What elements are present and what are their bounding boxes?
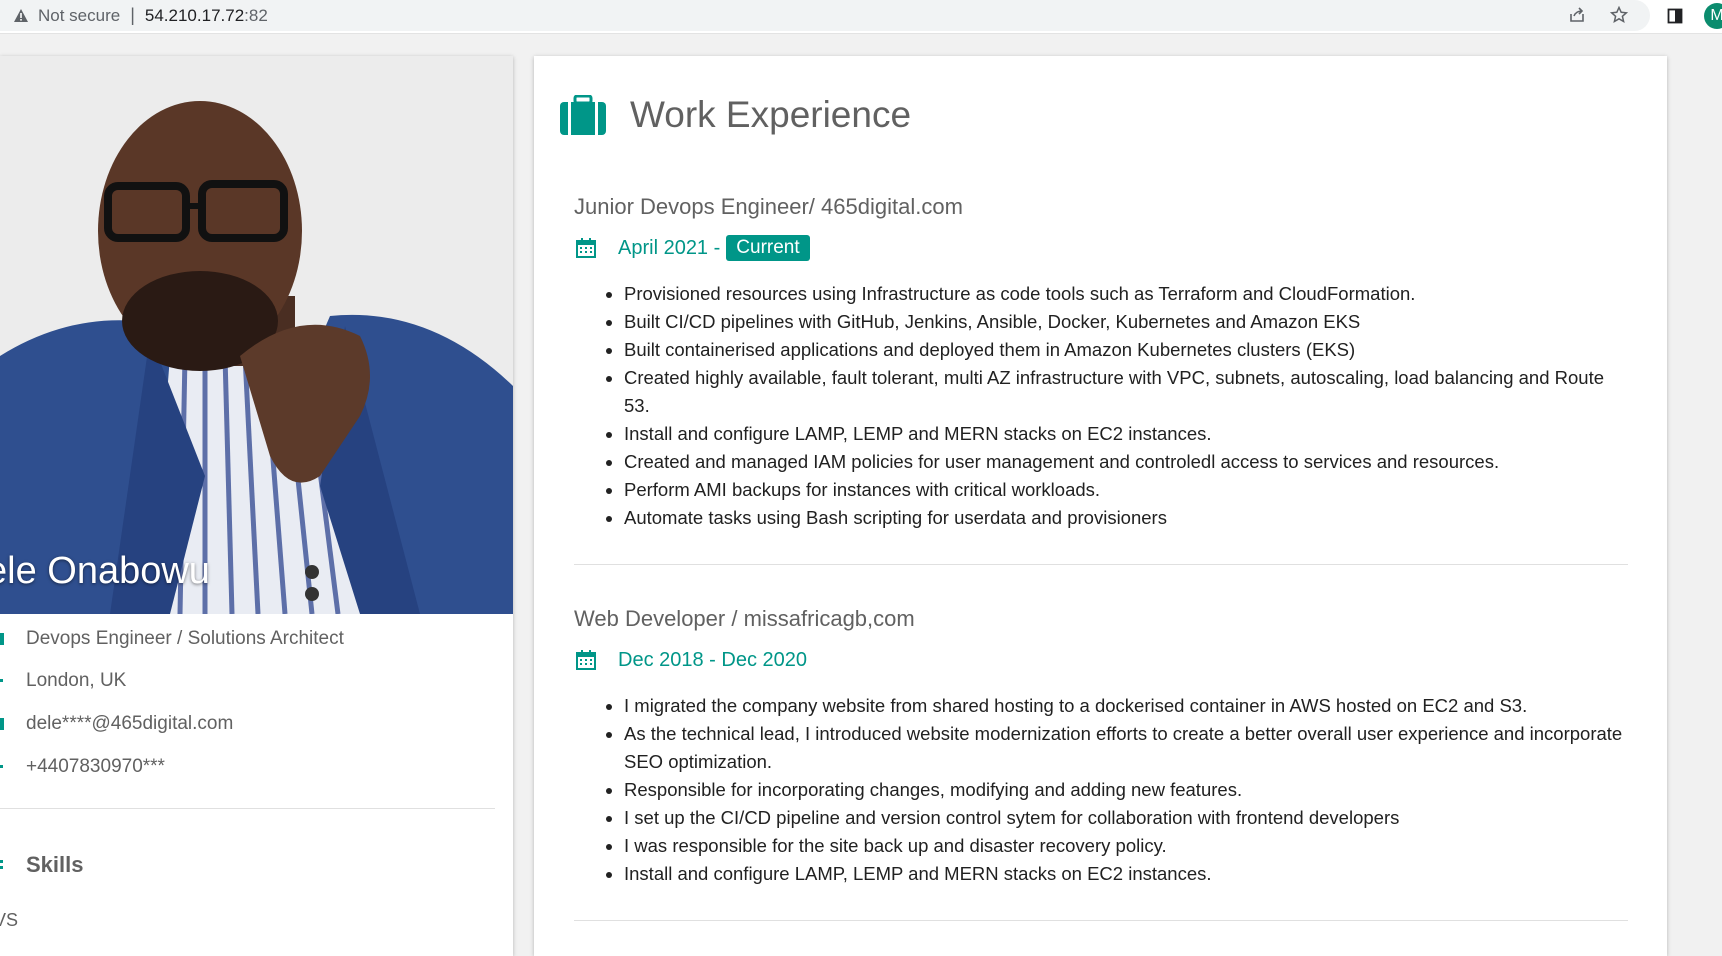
- work-experience-header: Work Experience: [560, 94, 911, 136]
- location-row: London, UK: [0, 670, 126, 692]
- list-item: Install and configure LAMP, LEMP and MER…: [624, 420, 1634, 448]
- address-separator: |: [130, 5, 135, 25]
- list-item: Install and configure LAMP, LEMP and MER…: [624, 860, 1634, 888]
- phone-row: +4407830970***: [0, 756, 165, 778]
- url-host: 54.210.17.72: [144, 5, 245, 25]
- job-responsibilities: I migrated the company website from shar…: [574, 692, 1634, 888]
- list-item: Built CI/CD pipelines with GitHub, Jenki…: [624, 308, 1634, 336]
- job-entry: Junior Devops Engineer/ 465digital.com A…: [574, 194, 1634, 532]
- profile-role: Devops Engineer / Solutions Architect: [26, 628, 344, 649]
- role-row: Devops Engineer / Solutions Architect: [0, 628, 344, 650]
- list-item: Automate tasks using Bash scripting for …: [624, 504, 1634, 532]
- job-responsibilities: Provisioned resources using Infrastructu…: [574, 280, 1634, 532]
- share-icon[interactable]: [1566, 4, 1588, 26]
- email-row: dele****@465digital.com: [0, 713, 233, 735]
- profile-email[interactable]: dele****@465digital.com: [26, 713, 233, 735]
- browser-toolbar: Not secure | 54.210.17.72:82 M: [0, 0, 1722, 34]
- bookmark-star-icon[interactable]: [1608, 4, 1630, 26]
- profile-phone: +4407830970***: [26, 756, 165, 777]
- list-item: Created highly available, fault tolerant…: [624, 364, 1634, 420]
- side-panel-icon[interactable]: [1664, 5, 1686, 27]
- calendar-icon: [576, 238, 596, 258]
- profile-avatar[interactable]: M: [1704, 3, 1722, 29]
- job-entry: Web Developer / missafricagb,com Dec 201…: [574, 606, 1634, 888]
- list-item: Created and managed IAM policies for use…: [624, 448, 1634, 476]
- job-date-row: Dec 2018 - Dec 2020: [574, 646, 1634, 674]
- profile-divider: [0, 808, 495, 809]
- job-date: Dec 2018 - Dec 2020: [618, 648, 808, 671]
- url-text[interactable]: 54.210.17.72:82: [145, 6, 268, 26]
- work-experience-title: Work Experience: [630, 94, 912, 135]
- job-title: Web Developer / missafricagb,com: [574, 606, 915, 631]
- work-experience-card: Work Experience Junior Devops Engineer/ …: [534, 56, 1667, 956]
- list-item: I set up the CI/CD pipeline and version …: [624, 804, 1634, 832]
- current-badge: Current: [726, 235, 810, 261]
- list-item: As the technical lead, I introduced webs…: [624, 720, 1634, 776]
- list-item: Perform AMI backups for instances with c…: [624, 476, 1634, 504]
- home-icon: [0, 673, 6, 689]
- job-date-row: April 2021 - Current: [574, 234, 1634, 262]
- warning-icon[interactable]: [12, 7, 30, 25]
- suitcase-icon: [560, 94, 606, 135]
- list-item: Built containerised applications and dep…: [624, 336, 1634, 364]
- security-label[interactable]: Not secure: [38, 6, 120, 26]
- skills-heading: Skills: [26, 852, 84, 877]
- url-port: :82: [244, 5, 268, 25]
- envelope-icon: [0, 716, 6, 732]
- job-title: Junior Devops Engineer/ 465digital.com: [574, 194, 963, 219]
- phone-icon: [0, 759, 6, 775]
- briefcase-icon: [0, 631, 6, 647]
- skills-icon: [0, 856, 6, 872]
- calendar-icon: [576, 650, 596, 670]
- job-divider: [574, 564, 1628, 565]
- address-bar[interactable]: Not secure | 54.210.17.72:82: [0, 0, 1650, 31]
- list-item: Provisioned resources using Infrastructu…: [624, 280, 1634, 308]
- list-item: I was responsible for the site back up a…: [624, 832, 1634, 860]
- skill-item: VS: [0, 910, 19, 930]
- list-item: I migrated the company website from shar…: [624, 692, 1634, 720]
- job-divider: [574, 920, 1628, 921]
- list-item: Responsible for incorporating changes, m…: [624, 776, 1634, 804]
- profile-location: London, UK: [26, 670, 127, 691]
- profile-card: ele Onabowu Devops Engineer / Solutions …: [0, 56, 513, 956]
- profile-photo: ele Onabowu: [0, 56, 513, 614]
- job-date: April 2021 -: [618, 236, 721, 259]
- profile-name: ele Onabowu: [0, 550, 210, 592]
